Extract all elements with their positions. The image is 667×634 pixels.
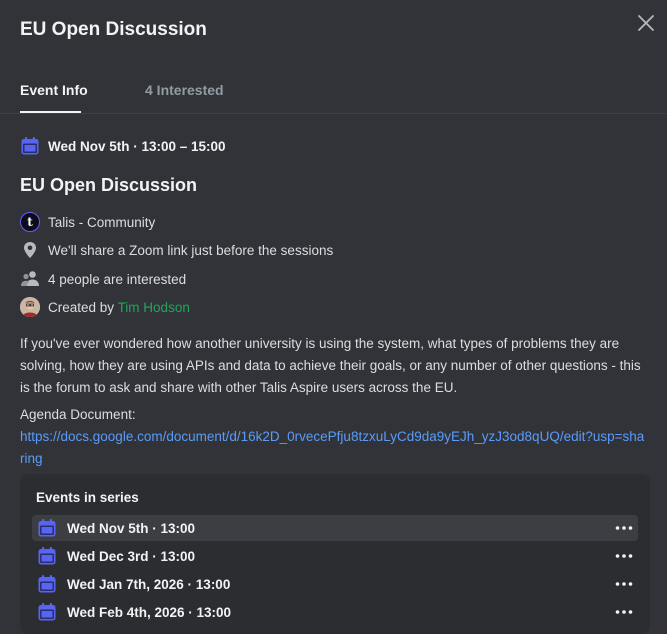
series-item-label: Wed Feb 4th, 2026 · 13:00 [67,604,232,620]
event-date-row: Wed Nov 5th · 13:00 – 15:00 [20,136,226,156]
event-description: If you've ever wondered how another univ… [20,336,641,395]
people-icon [21,271,39,286]
divider [0,113,667,114]
location-row: We'll share a Zoom link just before the … [20,240,333,260]
events-in-series-panel: Events in series Wed Nov 5th · 13:00 Wed… [20,474,650,634]
series-item-label: Wed Jan 7th, 2026 · 13:00 [67,576,231,592]
calendar-icon [38,575,56,593]
close-icon [638,15,654,31]
series-item[interactable]: Wed Feb 4th, 2026 · 13:00 [32,599,638,625]
calendar-icon [21,137,39,155]
avatar [20,297,40,317]
created-by-label: Created by [48,299,115,315]
series-item[interactable]: Wed Dec 3rd · 13:00 [32,543,638,569]
event-date: Wed Nov 5th · 13:00 – 15:00 [48,138,226,154]
more-options-icon [615,610,633,614]
series-title: Events in series [36,490,139,505]
community-name: Talis - Community [48,214,156,230]
more-options-icon [615,526,633,530]
creator-text: Created by Tim Hodson [48,300,190,315]
calendar-icon [38,547,56,565]
interested-count: 4 people are interested [48,271,187,287]
agenda-link[interactable]: https://docs.google.com/document/d/16k2D… [20,426,645,470]
community-row: t Talis - Community [20,212,155,232]
more-options-button[interactable] [614,546,634,566]
series-item[interactable]: Wed Nov 5th · 13:00 [32,515,638,541]
calendar-icon [38,603,56,621]
agenda-section: Agenda Document: https://docs.google.com… [20,404,645,470]
location-pin-icon [24,242,36,258]
calendar-icon [38,519,56,537]
tab-interested[interactable]: 4 Interested [145,82,224,98]
series-item[interactable]: Wed Jan 7th, 2026 · 13:00 [32,571,638,597]
event-name: EU Open Discussion [20,175,198,195]
creator-link[interactable]: Tim Hodson [118,300,190,315]
location-text: We'll share a Zoom link just before the … [48,242,334,258]
talis-logo: t [20,212,40,232]
more-options-icon [615,582,633,586]
modal-title: EU Open Discussion [20,19,207,40]
agenda-label: Agenda Document: [20,407,136,422]
close-button[interactable] [634,11,658,35]
more-options-icon [615,554,633,558]
series-item-label: Wed Dec 3rd · 13:00 [67,548,196,564]
more-options-button[interactable] [614,574,634,594]
tab-bar: Event Info 4 Interested [0,72,667,114]
more-options-button[interactable] [614,518,634,538]
series-item-label: Wed Nov 5th · 13:00 [67,520,196,536]
event-modal: EU Open Discussion Event Info 4 Interest… [0,0,667,634]
interested-row: 4 people are interested [20,269,186,289]
more-options-button[interactable] [614,602,634,622]
tab-event-info[interactable]: Event Info [20,82,88,98]
creator-row: Created by Tim Hodson [20,297,190,317]
